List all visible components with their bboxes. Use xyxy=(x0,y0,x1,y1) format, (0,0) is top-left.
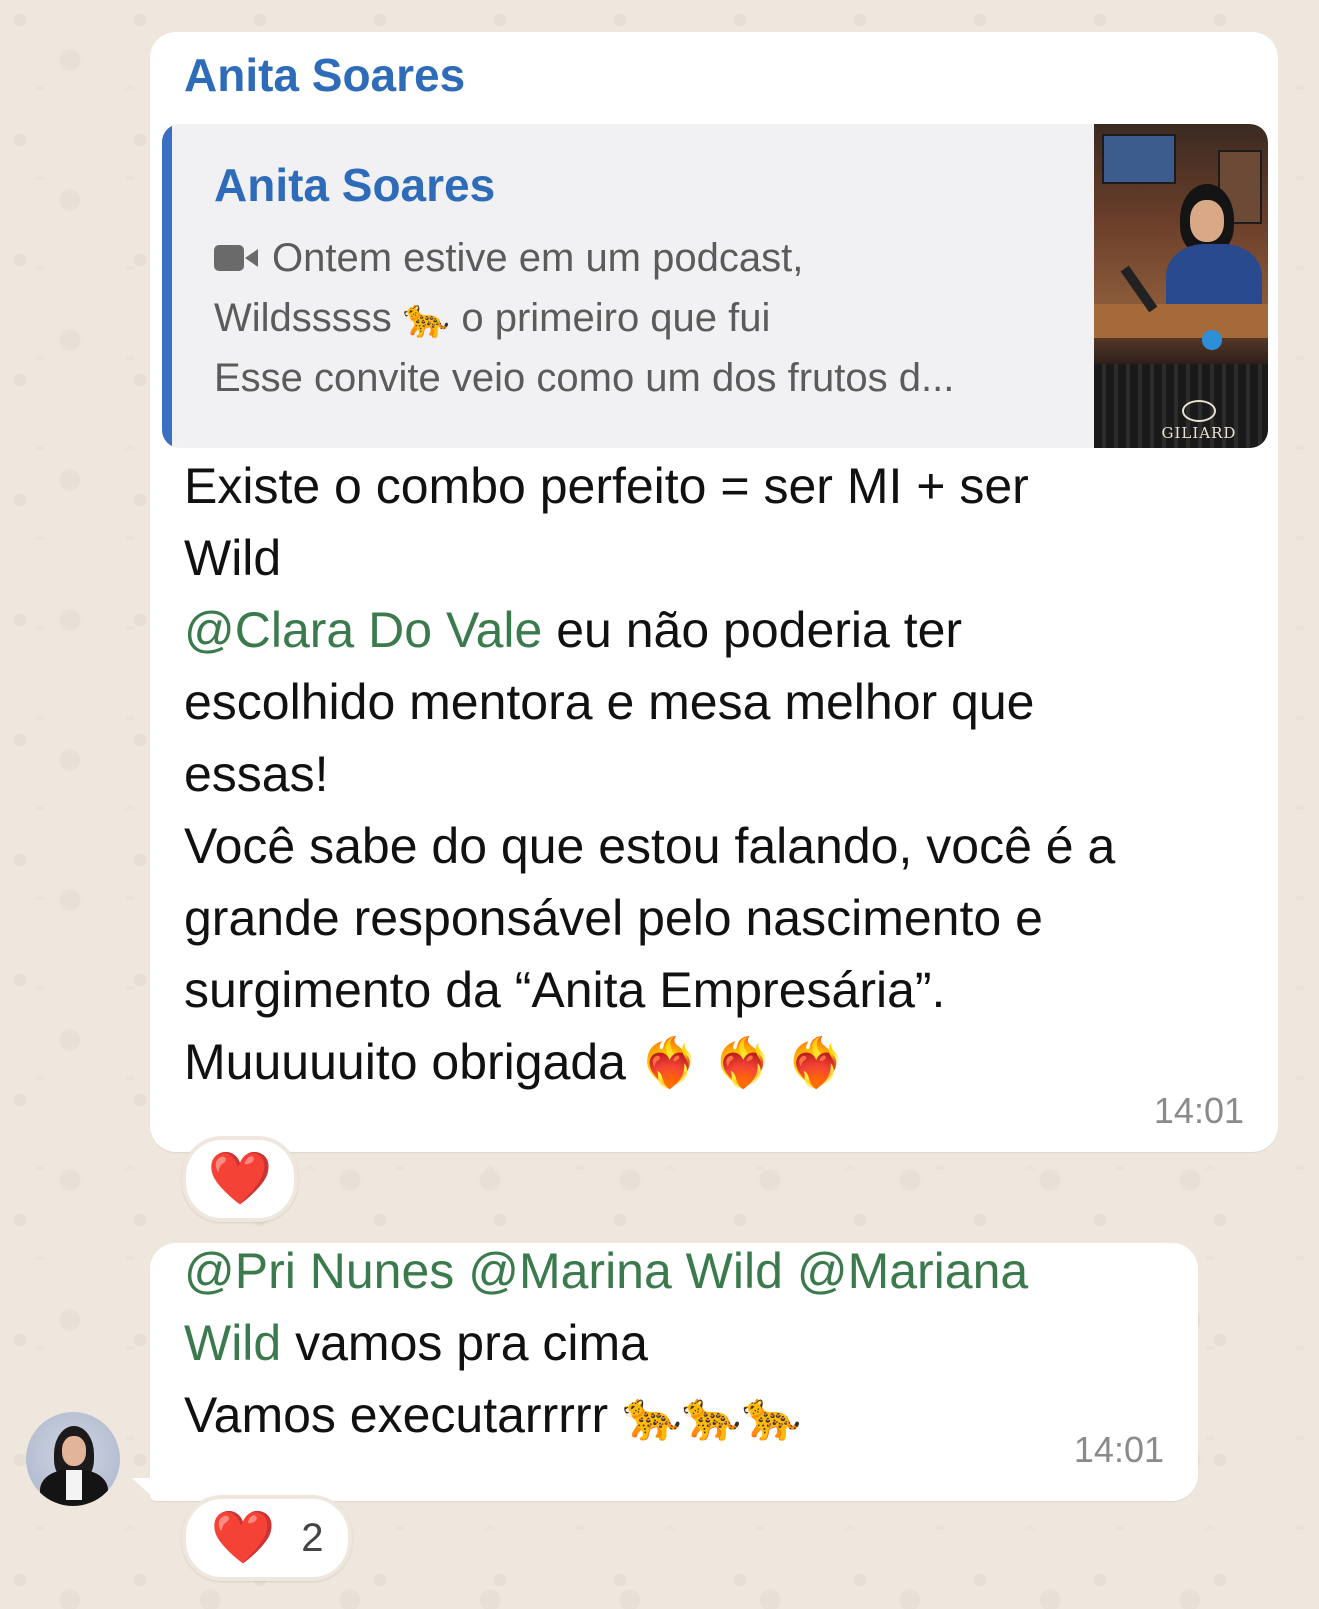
video-camera-icon xyxy=(214,243,262,273)
mention-link[interactable]: @Marina Wild xyxy=(468,1243,783,1299)
heart-icon: ❤️ xyxy=(210,1509,276,1567)
thumbnail-logo: GILIARD xyxy=(1144,400,1254,442)
message-text: @Pri Nunes @Marina Wild @Mariana Wild va… xyxy=(184,1243,1029,1443)
quote-text-2b: o primeiro que fui xyxy=(461,296,771,340)
mention-link[interactable]: Wild xyxy=(184,1315,281,1371)
mention-link[interactable]: @Mariana xyxy=(797,1243,1028,1299)
quote-text-2a: Wildsssss xyxy=(214,296,392,340)
quote-author: Anita Soares xyxy=(214,159,496,211)
message-bubble[interactable]: @Pri Nunes @Marina Wild @Mariana Wild va… xyxy=(150,1243,1198,1501)
reaction-count: 2 xyxy=(301,1515,324,1560)
quote-line-1: Ontem estive em um podcast, xyxy=(214,236,803,281)
quote-line-2: Wildsssss 🐆 o primeiro que fui xyxy=(214,296,770,341)
message-text: Existe o combo perfeito = ser MI + ser W… xyxy=(184,458,1116,1090)
reaction-badge[interactable]: ❤️ 2 xyxy=(182,1495,352,1581)
video-thumbnail[interactable]: GILIARD xyxy=(1094,124,1268,448)
leopard-emoji: 🐆 xyxy=(402,298,451,340)
quoted-message[interactable]: Anita Soares Ontem estive em um podcast,… xyxy=(162,124,1268,448)
heart-on-fire-emojis: ❤️‍🔥 ❤️‍🔥 ❤️‍🔥 xyxy=(639,1037,846,1090)
quote-text-1: Ontem estive em um podcast, xyxy=(272,236,804,280)
mention-link[interactable]: @Clara Do Vale xyxy=(184,602,542,658)
message-timestamp: 14:01 xyxy=(1153,1090,1244,1131)
quote-text-3: Esse convite veio como um dos frutos d..… xyxy=(214,356,955,400)
message-timestamp: 14:01 xyxy=(1073,1429,1164,1470)
message-bubble[interactable]: Anita Soares Anita Soares Ontem estive e… xyxy=(150,32,1278,1152)
sender-name[interactable]: Anita Soares xyxy=(184,48,465,102)
quote-accent-bar xyxy=(162,124,172,448)
mention-link[interactable]: @Pri Nunes xyxy=(184,1243,454,1299)
reaction-badge[interactable]: ❤️ xyxy=(182,1136,298,1222)
leopard-emojis: 🐆🐆🐆 xyxy=(622,1390,802,1443)
sender-avatar[interactable] xyxy=(26,1412,120,1506)
heart-icon: ❤️ xyxy=(207,1150,273,1208)
